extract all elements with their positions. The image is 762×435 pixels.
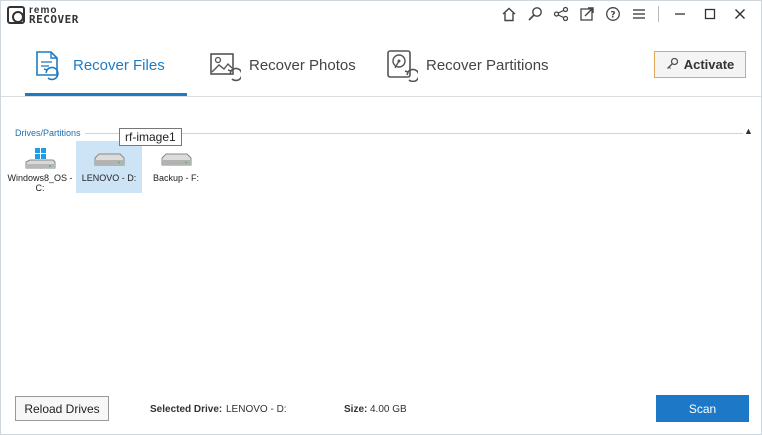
reload-drives-button[interactable]: Reload Drives bbox=[15, 396, 109, 421]
maximize-button[interactable] bbox=[695, 3, 725, 25]
active-tab-indicator bbox=[25, 93, 187, 96]
tab-recover-partitions[interactable]: Recover Partitions bbox=[384, 45, 549, 85]
collapse-arrow-icon[interactable]: ▲ bbox=[744, 126, 753, 136]
close-button[interactable] bbox=[725, 3, 755, 25]
selected-drive-value: LENOVO - D: bbox=[226, 404, 287, 415]
scan-button[interactable]: Scan bbox=[656, 395, 749, 422]
home-icon[interactable] bbox=[496, 3, 522, 25]
drive-label: Windows8_OS - C: bbox=[7, 173, 73, 193]
drive-item-f[interactable]: Backup - F: bbox=[143, 141, 209, 193]
minimize-button[interactable] bbox=[665, 3, 695, 25]
tab-recover-files-label: Recover Files bbox=[73, 56, 165, 74]
drive-item-c[interactable]: Windows8_OS - C: bbox=[7, 141, 73, 193]
hard-drive-icon bbox=[159, 149, 193, 171]
drive-tooltip: rf-image1 bbox=[119, 128, 182, 146]
key-icon bbox=[666, 57, 679, 73]
titlebar-separator bbox=[658, 6, 659, 22]
logo-mark-icon bbox=[7, 6, 25, 24]
menu-icon[interactable] bbox=[626, 3, 652, 25]
selected-drive-label: Selected Drive: bbox=[150, 404, 223, 415]
drive-item-d[interactable]: LENOVO - D: bbox=[76, 141, 142, 193]
main-tabs: Recover Files Recover Photos Recover Par… bbox=[1, 27, 761, 97]
help-icon[interactable]: ? bbox=[600, 3, 626, 25]
external-link-icon[interactable] bbox=[574, 3, 600, 25]
app-window: remo RECOVER ? Recover Files Recover Pho… bbox=[0, 0, 762, 435]
recover-photos-icon bbox=[207, 48, 241, 82]
share-icon[interactable] bbox=[548, 3, 574, 25]
activate-label: Activate bbox=[683, 57, 735, 72]
section-divider bbox=[85, 133, 743, 134]
tab-recover-files[interactable]: Recover Files bbox=[31, 45, 165, 85]
size-label: Size: bbox=[344, 404, 368, 415]
windows-drive-icon bbox=[23, 148, 57, 171]
drive-label: Backup - F: bbox=[152, 173, 199, 183]
app-logo: remo RECOVER bbox=[7, 5, 79, 25]
drives-section-label: Drives/Partitions bbox=[15, 128, 81, 138]
recover-partitions-icon bbox=[384, 48, 418, 82]
logo-bottom-text: RECOVER bbox=[29, 13, 79, 26]
search-icon[interactable] bbox=[522, 3, 548, 25]
titlebar-toolbar: ? bbox=[496, 3, 755, 25]
tab-recover-photos[interactable]: Recover Photos bbox=[207, 45, 356, 85]
drive-label: LENOVO - D: bbox=[81, 173, 137, 183]
tab-recover-partitions-label: Recover Partitions bbox=[426, 56, 549, 74]
title-bar: remo RECOVER ? bbox=[1, 1, 761, 27]
tab-recover-photos-label: Recover Photos bbox=[249, 56, 356, 74]
drives-panel: Drives/Partitions ▲ Windows8_OS - C: LEN… bbox=[1, 98, 761, 384]
activate-button[interactable]: Activate bbox=[654, 51, 746, 78]
recover-files-icon bbox=[31, 48, 65, 82]
hard-drive-icon bbox=[92, 149, 126, 171]
svg-text:?: ? bbox=[610, 11, 615, 21]
footer-bar: Reload Drives Selected Drive: LENOVO - D… bbox=[1, 384, 761, 434]
size-value: 4.00 GB bbox=[370, 404, 407, 415]
